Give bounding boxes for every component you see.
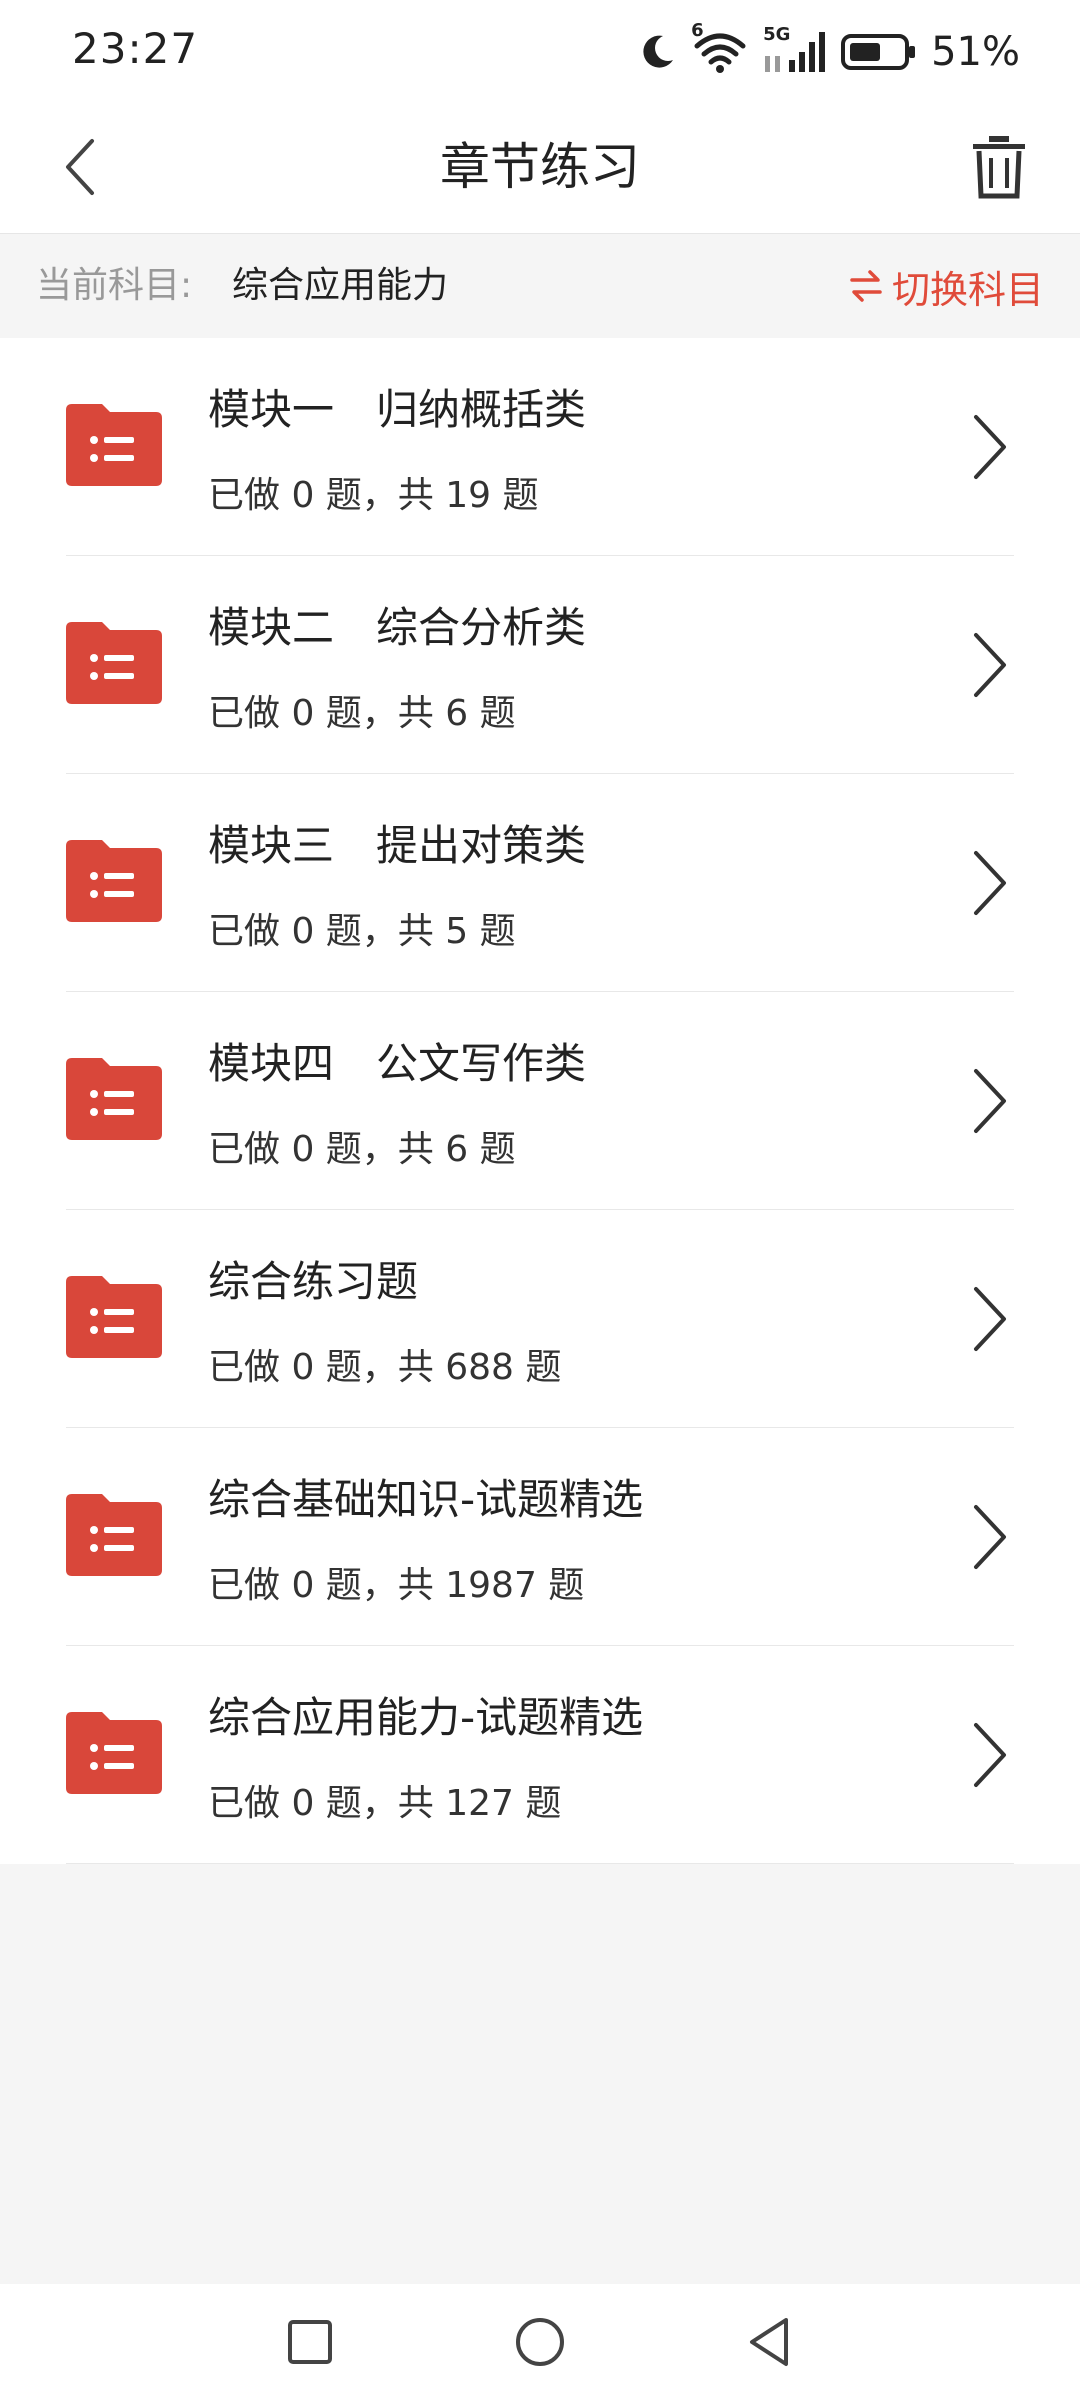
chapter-title: 模块四 公文写作类 <box>208 1039 587 1088</box>
swap-arrows-icon <box>850 270 882 302</box>
chevron-right-icon <box>974 415 1006 479</box>
chapter-item[interactable]: 模块二 综合分析类 已做 0 题，共 6 题 <box>0 556 1080 774</box>
chevron-right-icon <box>974 851 1006 915</box>
wifi-icon: 6 <box>691 20 749 74</box>
chapter-title: 模块一 归纳概括类 <box>208 385 587 434</box>
chapter-progress: 已做 0 题，共 6 题 <box>208 693 516 734</box>
chapter-list: 模块一 归纳概括类 已做 0 题，共 19 题 模块二 综合分析类 已做 0 题… <box>0 338 1080 1864</box>
chapter-item[interactable]: 模块三 提出对策类 已做 0 题，共 5 题 <box>0 774 1080 992</box>
page-title: 章节练习 <box>440 138 640 196</box>
wifi-label: 6 <box>691 20 704 41</box>
trash-icon <box>973 136 1025 199</box>
chapter-item[interactable]: 综合练习题 已做 0 题，共 688 题 <box>0 1210 1080 1428</box>
screen: 23:27 6 5G 51% 章节练习 当前科目: 综合应用能力 切换科目 模块… <box>0 0 1080 2400</box>
chevron-right-icon <box>974 1723 1006 1787</box>
chapter-item[interactable]: 综合应用能力-试题精选 已做 0 题，共 127 题 <box>0 1646 1080 1864</box>
delete-button[interactable] <box>954 122 1044 212</box>
chapter-progress: 已做 0 题，共 6 题 <box>208 1129 516 1170</box>
moon-icon <box>643 35 674 68</box>
status-time: 23:27 <box>72 24 199 73</box>
folder-list-icon <box>66 1276 162 1358</box>
chapter-progress: 已做 0 题，共 1987 题 <box>208 1565 585 1606</box>
folder-list-icon <box>66 840 162 922</box>
folder-list-icon <box>66 622 162 704</box>
chevron-left-icon <box>66 139 94 195</box>
title-bar: 章节练习 <box>0 100 1080 234</box>
divider <box>66 1863 1014 1864</box>
folder-list-icon <box>66 1058 162 1140</box>
chapter-progress: 已做 0 题，共 688 题 <box>208 1347 562 1388</box>
chapter-title: 综合练习题 <box>208 1257 419 1306</box>
chapter-title: 综合基础知识-试题精选 <box>208 1475 644 1524</box>
battery-icon <box>841 34 916 70</box>
switch-subject-label: 切换科目 <box>891 267 1044 312</box>
folder-list-icon <box>66 1494 162 1576</box>
chapter-title: 模块二 综合分析类 <box>208 603 587 652</box>
subject-bar: 当前科目: 综合应用能力 切换科目 <box>0 234 1080 338</box>
chapter-progress: 已做 0 题，共 5 题 <box>208 911 516 952</box>
chapter-item[interactable]: 综合基础知识-试题精选 已做 0 题，共 1987 题 <box>0 1428 1080 1646</box>
chevron-right-icon <box>974 1505 1006 1569</box>
chevron-right-icon <box>974 633 1006 697</box>
chevron-right-icon <box>974 1287 1006 1351</box>
home-button[interactable] <box>510 2312 570 2372</box>
chevron-right-icon <box>974 1069 1006 1133</box>
chapter-progress: 已做 0 题，共 127 题 <box>208 1783 562 1824</box>
subject-label: 当前科目: <box>36 265 193 306</box>
subject-value: 综合应用能力 <box>232 265 449 306</box>
status-bar: 23:27 6 5G 51% <box>0 0 1080 100</box>
back-button[interactable] <box>40 127 120 207</box>
switch-subject-button[interactable]: 切换科目 <box>848 234 1044 338</box>
chapter-title: 综合应用能力-试题精选 <box>208 1693 644 1742</box>
back-nav-button[interactable] <box>740 2312 800 2372</box>
folder-list-icon <box>66 404 162 486</box>
cellular-signal-icon: 5G <box>763 24 827 74</box>
folder-list-icon <box>66 1712 162 1794</box>
battery-percent: 51% <box>931 29 1020 75</box>
chapter-title: 模块三 提出对策类 <box>208 821 587 870</box>
recent-apps-button[interactable] <box>280 2312 340 2372</box>
system-nav-bar <box>0 2284 1080 2400</box>
status-icons: 6 5G 51% <box>637 20 1020 78</box>
chapter-item[interactable]: 模块一 归纳概括类 已做 0 题，共 19 题 <box>0 338 1080 556</box>
chapter-item[interactable]: 模块四 公文写作类 已做 0 题，共 6 题 <box>0 992 1080 1210</box>
chapter-progress: 已做 0 题，共 19 题 <box>208 475 539 516</box>
